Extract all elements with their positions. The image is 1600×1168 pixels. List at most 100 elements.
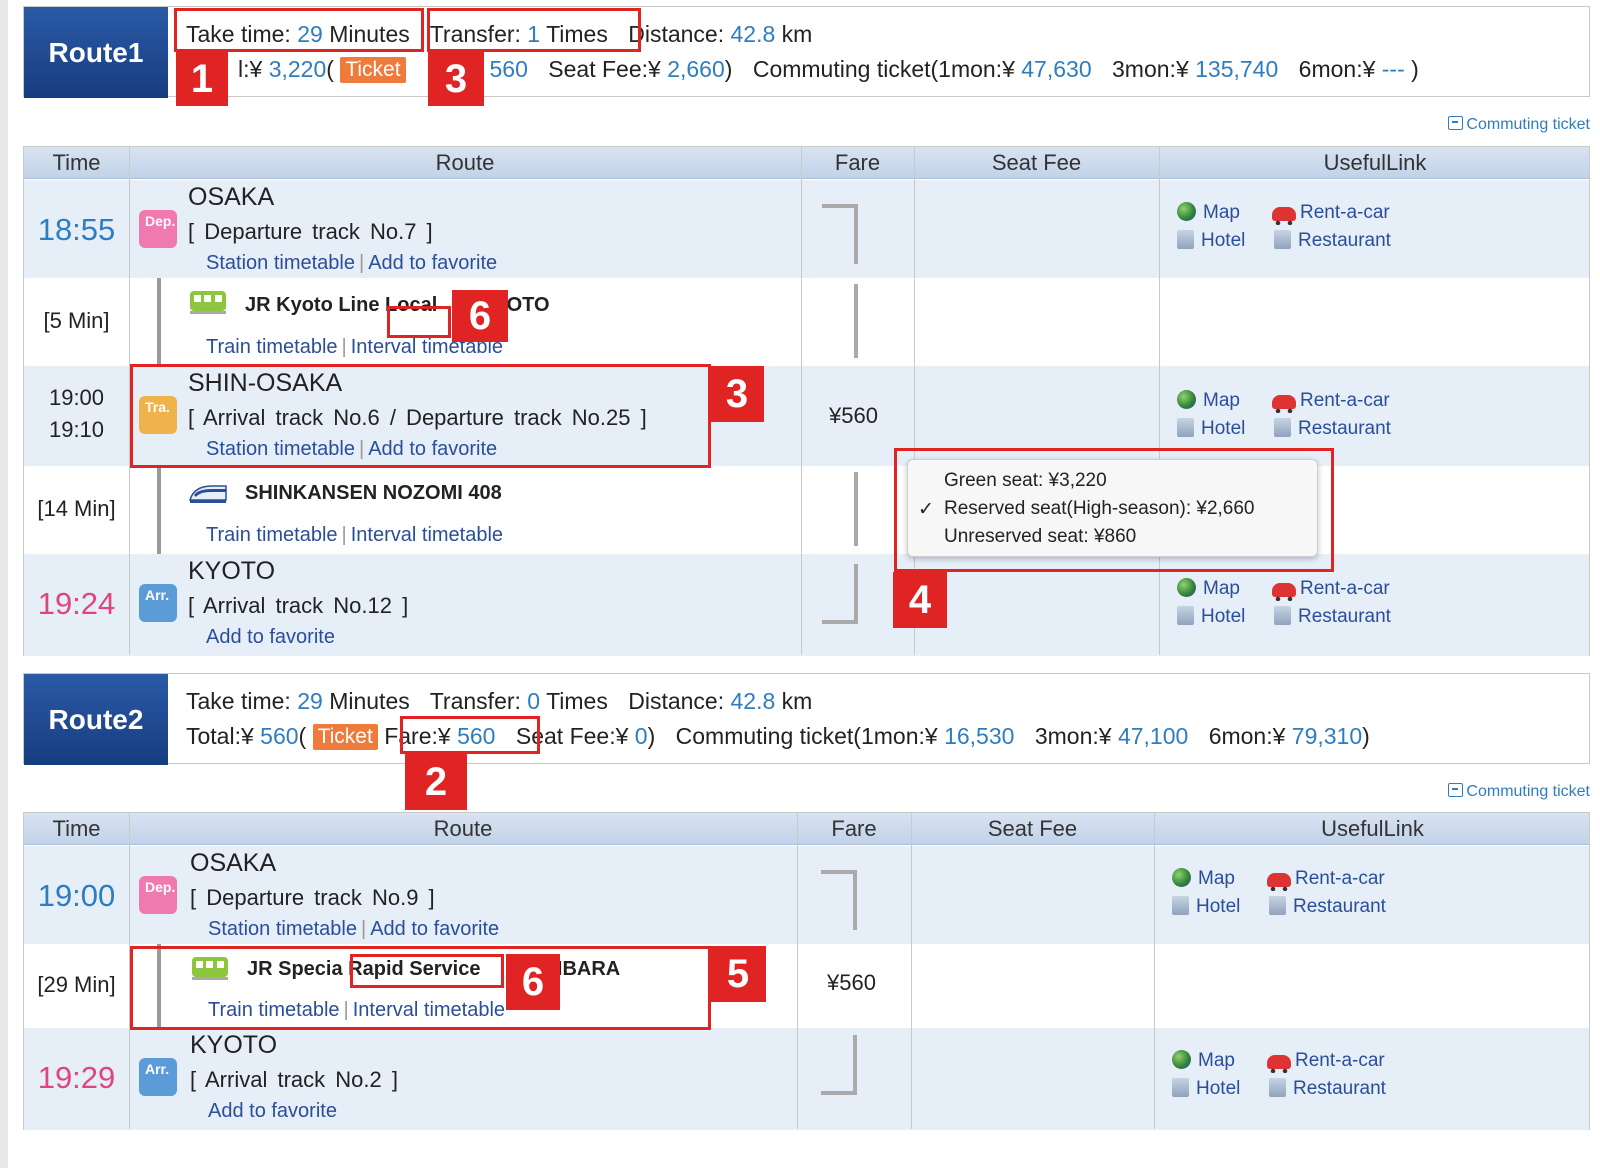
track-info: [ Departure track No.9 ] — [190, 885, 435, 910]
route2-section: Route2 Take time: 29 Minutes Transfer: 0… — [23, 673, 1590, 1143]
restaurant-link[interactable]: Restaurant — [1274, 606, 1391, 628]
interval-timetable-link[interactable]: Interval timetable — [351, 524, 503, 546]
station-links: Station timetable | Add to favorite — [206, 252, 497, 275]
rent-a-car-link[interactable]: Rent-a-car — [1272, 578, 1390, 601]
station-links: Station timetable | Add to favorite — [208, 918, 499, 941]
link-separator: | — [341, 524, 347, 546]
rent-a-car-link[interactable]: Rent-a-car — [1272, 390, 1390, 413]
segment-row: [5 Min] JR Kyoto Line Local YOTO Train ti… — [24, 278, 1589, 366]
distance-label: Distance: — [628, 688, 725, 714]
route2-summary-line2: Total:¥ 560( Ticket Fare:¥ 560 Seat Fee:… — [186, 723, 1370, 750]
train-line-name[interactable]: SHINKANSEN NOZOMI 408 — [245, 482, 502, 505]
hotel-link[interactable]: Hotel — [1177, 418, 1245, 440]
commute-6mon: 79,310 — [1291, 723, 1363, 749]
route2-badge[interactable]: Route2 — [24, 674, 168, 765]
ticket-badge[interactable]: Ticket — [312, 724, 378, 750]
transfer-unit: Times — [546, 688, 608, 714]
restaurant-label: Restaurant — [1293, 896, 1386, 917]
header-route: Route — [433, 816, 493, 841]
commute-1mon: 16,530 — [944, 723, 1015, 749]
header-time: Time — [52, 150, 101, 175]
commuting-ticket-link[interactable]: Commuting ticket — [1448, 783, 1590, 801]
commute-label: Commuting ticket(1mon:¥ — [675, 723, 938, 749]
restaurant-link[interactable]: Restaurant — [1269, 896, 1386, 918]
fare-bracket-bottom — [821, 1035, 857, 1095]
commute-6mon-label: 6mon:¥ — [1298, 56, 1376, 82]
rent-a-car-link[interactable]: Rent-a-car — [1267, 1050, 1385, 1073]
station-name[interactable]: KYOTO — [188, 557, 275, 586]
add-favorite-link[interactable]: Add to favorite — [370, 918, 499, 940]
station-row-kyoto: 19:24 Arr. KYOTO [ Arrival track No.12 ]… — [24, 554, 1589, 656]
seat-fee-value: 0 — [634, 723, 648, 749]
globe-icon — [1177, 202, 1196, 221]
seat-fee-label: Seat Fee:¥ — [548, 56, 661, 82]
fare-bracket-line — [854, 284, 858, 358]
route2-summary: Route2 Take time: 29 Minutes Transfer: 0… — [23, 673, 1590, 765]
rent-a-car-link[interactable]: Rent-a-car — [1272, 202, 1390, 225]
hotel-link[interactable]: Hotel — [1177, 606, 1245, 628]
route1-section: Route1 Take time: 29 Minutes Transfer: 1… — [23, 6, 1590, 656]
building-icon — [1177, 606, 1194, 625]
building-icon — [1172, 896, 1189, 915]
distance-value: 42.8 — [730, 688, 776, 714]
hotel-link[interactable]: Hotel — [1172, 896, 1240, 918]
hotel-link[interactable]: Hotel — [1172, 1078, 1240, 1100]
hotel-label: Hotel — [1201, 418, 1246, 439]
train-timetable-link[interactable]: Train timetable — [206, 524, 338, 546]
restaurant-link[interactable]: Restaurant — [1269, 1078, 1386, 1100]
shinkansen-icon — [189, 485, 227, 503]
annotation-box-transfer-station — [130, 364, 711, 468]
ticket-badge[interactable]: Ticket — [340, 57, 406, 83]
annotation-box-fare — [400, 716, 540, 754]
distance-unit: km — [781, 21, 813, 47]
map-link[interactable]: Map — [1172, 1050, 1235, 1072]
commuting-ticket-icon — [1448, 116, 1464, 130]
total-value: 3,220 — [268, 56, 327, 82]
map-label: Map — [1198, 1050, 1235, 1071]
commuting-ticket-link[interactable]: Commuting ticket — [1448, 116, 1590, 134]
route2-summary-line1: Take time: 29 Minutes Transfer: 0 Times … — [186, 688, 812, 715]
arrival-time: 19:00 — [48, 385, 105, 410]
map-link[interactable]: Map — [1177, 202, 1240, 224]
station-timetable-link[interactable]: Station timetable — [208, 918, 357, 940]
hotel-label: Hotel — [1196, 1078, 1241, 1099]
rent-label: Rent-a-car — [1300, 390, 1390, 411]
station-name[interactable]: KYOTO — [190, 1031, 277, 1060]
annotation-number: 4 — [893, 572, 947, 628]
restaurant-link[interactable]: Restaurant — [1274, 230, 1391, 252]
map-link[interactable]: Map — [1177, 578, 1240, 600]
map-label: Map — [1203, 202, 1240, 223]
restaurant-link[interactable]: Restaurant — [1274, 418, 1391, 440]
building-icon — [1269, 896, 1286, 915]
map-link[interactable]: Map — [1177, 390, 1240, 412]
station-row-osaka: 19:00 Dep. OSAKA [ Departure track No.9 … — [24, 846, 1589, 944]
car-icon — [1267, 873, 1291, 891]
arrival-time: 19:24 — [37, 586, 116, 621]
station-name[interactable]: OSAKA — [190, 849, 276, 878]
station-timetable-link[interactable]: Station timetable — [206, 252, 355, 274]
add-favorite-link[interactable]: Add to favorite — [368, 252, 497, 274]
route1-summary-line2: l:¥ 3,220( Ticket ¥ 560 Seat Fee:¥ 2,660… — [238, 56, 1419, 83]
hotel-link[interactable]: Hotel — [1177, 230, 1245, 252]
commute-3mon: 47,100 — [1117, 723, 1189, 749]
line-name: JR Kyoto Line — [245, 294, 380, 316]
rent-label: Rent-a-car — [1300, 578, 1390, 599]
fare-bracket-top — [821, 870, 857, 930]
rent-a-car-link[interactable]: Rent-a-car — [1267, 868, 1385, 891]
add-favorite-link[interactable]: Add to favorite — [206, 626, 335, 648]
map-link[interactable]: Map — [1172, 868, 1235, 890]
table-header: Time Route Fare Seat Fee UsefulLink — [24, 813, 1589, 845]
column-divider — [1154, 813, 1155, 1129]
distance-label: Distance: — [628, 21, 725, 47]
segment-duration: [14 Min] — [37, 496, 116, 521]
commute-3mon: 135,740 — [1195, 56, 1279, 82]
fare-bracket-top — [822, 204, 858, 264]
building-icon — [1274, 418, 1291, 437]
route1-badge[interactable]: Route1 — [24, 7, 168, 98]
rent-label: Rent-a-car — [1295, 1050, 1385, 1071]
train-timetable-link[interactable]: Train timetable — [206, 336, 338, 358]
add-favorite-link[interactable]: Add to favorite — [208, 1100, 337, 1122]
column-divider — [801, 147, 802, 655]
station-name[interactable]: OSAKA — [188, 183, 274, 212]
take-time-unit: Minutes — [329, 688, 410, 714]
